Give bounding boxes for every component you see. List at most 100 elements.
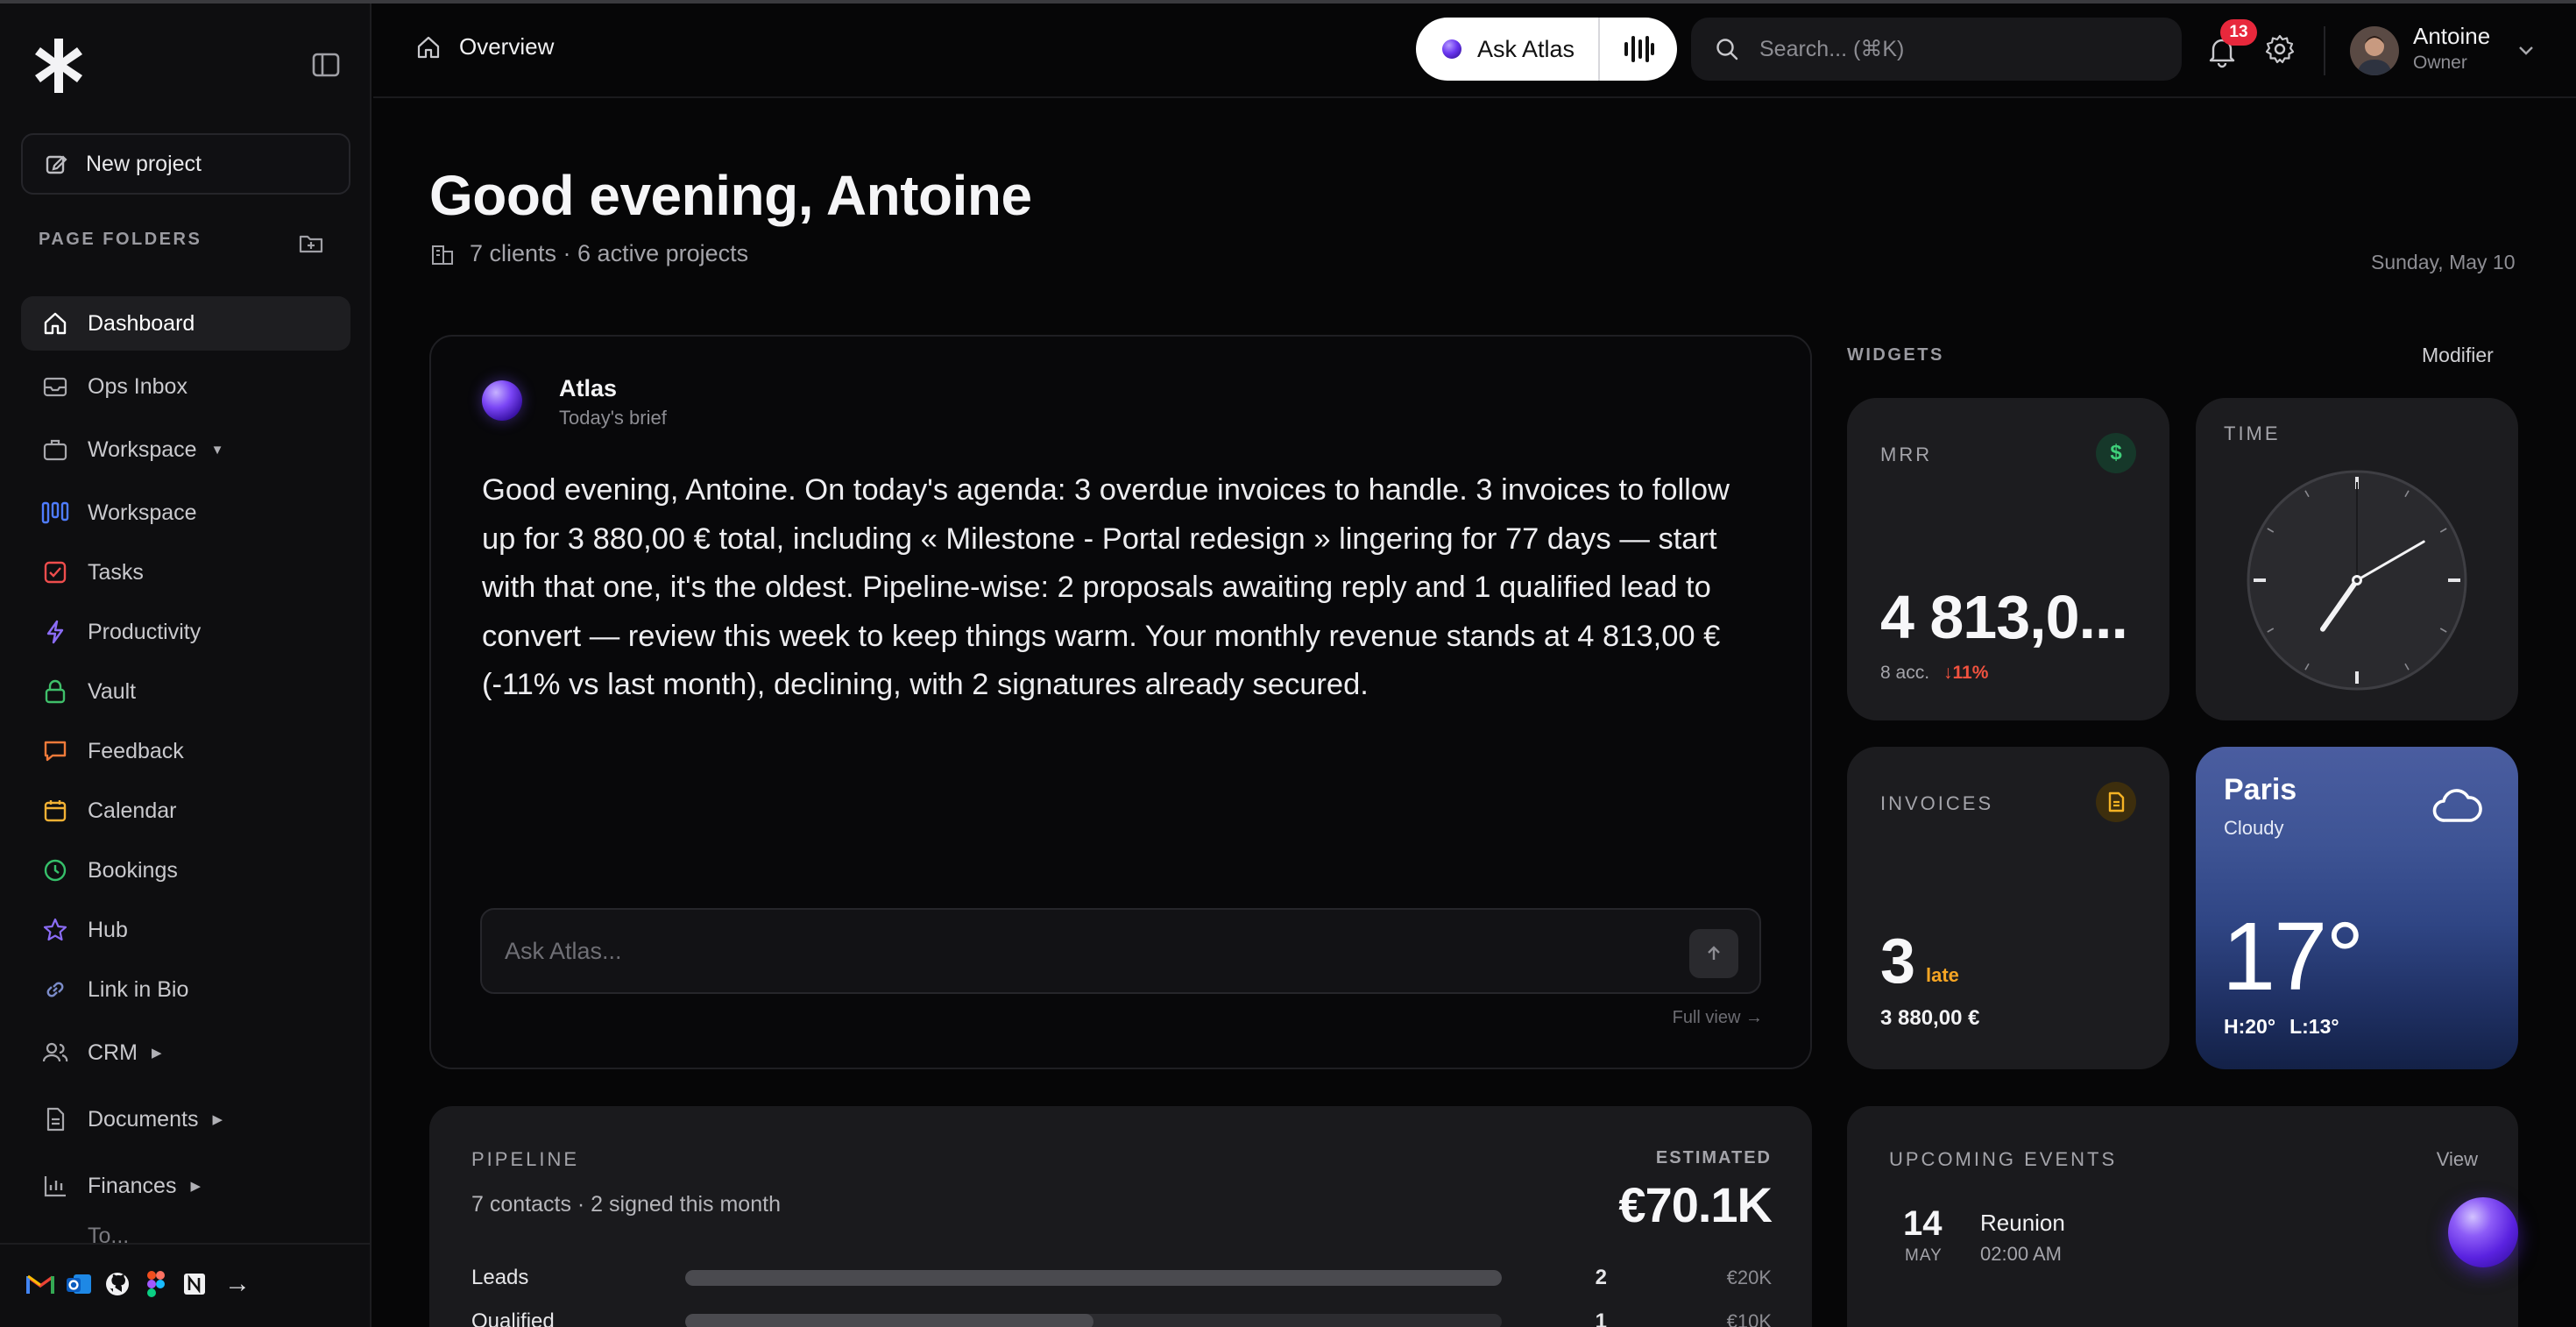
pipeline-row[interactable]: Leads 2 €20K (471, 1260, 1772, 1295)
mrr-details: 8 acc. ↓11% (1880, 663, 1988, 684)
home-icon (40, 309, 70, 338)
pipeline-bar (685, 1270, 1502, 1286)
sidebar-item-finances[interactable]: Finances ▶ (21, 1159, 350, 1213)
users-icon (40, 1038, 70, 1068)
ask-atlas-placeholder: Ask Atlas... (505, 937, 622, 964)
ask-atlas-button[interactable]: Ask Atlas (1416, 18, 1600, 81)
sidebar-item-workspace-group[interactable]: Workspace ▼ (21, 422, 350, 477)
event-day: 14 (1903, 1204, 1943, 1243)
document-icon (2096, 782, 2136, 822)
page-meta-text: 7 clients · 6 active projects (470, 240, 749, 266)
pipeline-bar-fill (685, 1314, 1093, 1327)
search-input[interactable]: Search... (⌘K) (1691, 18, 2182, 81)
arrow-right-icon[interactable]: → (224, 1269, 251, 1299)
sidebar-item-crm[interactable]: CRM ▶ (21, 1025, 350, 1080)
pipeline-stage-count: 2 (1595, 1266, 1607, 1289)
gmail-icon[interactable] (26, 1270, 54, 1298)
sidebar-item-dashboard[interactable]: Dashboard (21, 296, 350, 351)
new-project-button[interactable]: New project (21, 133, 350, 195)
connected-apps: → (26, 1269, 251, 1299)
events-view-link[interactable]: View (2437, 1148, 2478, 1171)
lock-icon (40, 677, 70, 706)
gear-icon[interactable] (2264, 33, 2296, 65)
breadcrumb-overview: Overview (459, 33, 555, 60)
github-icon[interactable] (103, 1270, 131, 1298)
star-icon (40, 915, 70, 945)
breadcrumb[interactable]: Overview (415, 33, 554, 60)
sidebar-item-bookings[interactable]: Bookings (21, 843, 350, 898)
mrr-label: MRR (1880, 444, 1933, 465)
sidebar-item-label: Ops Inbox (88, 373, 188, 399)
sidebar-item-label: Finances (88, 1173, 177, 1198)
sidebar-item-productivity[interactable]: Productivity (21, 605, 350, 659)
sidebar-item-label: Dashboard (88, 310, 195, 336)
top-bar: Overview Ask Atlas Search... (⌘K) 13 Ant… (373, 4, 2576, 98)
pipeline-card: PIPELINE 7 contacts · 2 signed this mont… (429, 1106, 1812, 1327)
chevron-right-icon: ▶ (151, 1046, 162, 1061)
sidebar-item-label: Tasks (88, 559, 144, 585)
invoices-status: late (1926, 964, 1959, 986)
edit-icon (46, 155, 67, 174)
sidebar-item-tasks[interactable]: Tasks (21, 545, 350, 600)
notion-icon[interactable] (180, 1270, 209, 1298)
user-name[interactable]: Antoine (2413, 23, 2490, 50)
sidebar-item-calendar[interactable]: Calendar (21, 784, 350, 838)
event-month: MAY (1905, 1246, 1943, 1265)
sidebar-item-documents[interactable]: Documents ▶ (21, 1092, 350, 1146)
atlas-floating-button[interactable] (2448, 1197, 2518, 1267)
sidebar-item-link-in-bio[interactable]: Link in Bio (21, 962, 350, 1017)
sidebar-item-label: Vault (88, 678, 137, 704)
ask-atlas-pill: Ask Atlas (1416, 18, 1677, 81)
sidebar-item-label: Workspace (88, 436, 197, 462)
calendar-icon (40, 796, 70, 826)
atlas-brief-card: Atlas Today's brief Good evening, Antoin… (429, 335, 1812, 1069)
notification-badge: 13 (2220, 19, 2257, 46)
sidebar-item-label: Documents (88, 1106, 199, 1132)
weather-widget[interactable]: Paris Cloudy 17° H:20° L:13° (2196, 747, 2518, 1069)
weather-low: L:13° (2289, 1015, 2339, 1038)
weather-temperature: 17° (2222, 903, 2364, 1011)
sidebar-item-hub[interactable]: Hub (21, 903, 350, 957)
full-view-link[interactable]: Full view → (1673, 1008, 1763, 1028)
chevron-down-icon: ▼ (210, 442, 224, 458)
ask-atlas-input[interactable]: Ask Atlas... (480, 908, 1761, 994)
send-button[interactable] (1689, 929, 1738, 978)
sidebar-item-feedback[interactable]: Feedback (21, 724, 350, 778)
time-widget[interactable]: TIME (2196, 398, 2518, 720)
inbox-icon (40, 372, 70, 401)
voice-waveform-icon (1624, 36, 1654, 62)
search-placeholder: Search... (⌘K) (1759, 37, 1905, 61)
mrr-widget[interactable]: MRR $ 4 813,0... 8 acc. ↓11% (1847, 398, 2169, 720)
analog-clock (2247, 470, 2467, 691)
atlas-avatar (482, 380, 522, 421)
sidebar-divider (0, 1243, 372, 1245)
event-name[interactable]: Reunion (1980, 1210, 2065, 1237)
figma-icon[interactable] (142, 1270, 170, 1298)
pipeline-subtitle: 7 contacts · 2 signed this month (471, 1192, 781, 1217)
invoices-widget[interactable]: INVOICES 3 late 3 880,00 € (1847, 747, 2169, 1069)
arrow-up-icon (1708, 946, 1720, 960)
current-date: Sunday, May 10 (2371, 251, 2516, 273)
edit-widgets-button[interactable]: Modifier (2422, 344, 2494, 367)
outlook-icon[interactable] (65, 1270, 93, 1298)
pipeline-bar-fill (685, 1270, 1502, 1286)
avatar[interactable] (2350, 26, 2399, 75)
chevron-right-icon: ▶ (190, 1179, 201, 1194)
sidebar-item-vault[interactable]: Vault (21, 664, 350, 719)
pipeline-row[interactable]: Qualified 1 €10K (471, 1304, 1772, 1327)
pipeline-stage-amount: €20K (1726, 1267, 1772, 1288)
sidebar: New project PAGE FOLDERS Dashboard Ops I… (0, 4, 372, 1327)
check-square-icon (40, 557, 70, 587)
sidebar-toggle-icon[interactable] (310, 49, 342, 81)
mrr-accounts: 8 acc. (1880, 663, 1930, 683)
voice-button[interactable] (1600, 34, 1677, 64)
add-folder-icon[interactable] (298, 230, 324, 256)
sidebar-item-ops-inbox[interactable]: Ops Inbox (21, 359, 350, 414)
page-meta: 7 clients · 6 active projects (429, 240, 748, 267)
weather-condition: Cloudy (2224, 817, 2284, 839)
events-title: UPCOMING EVENTS (1889, 1148, 2118, 1170)
app-logo-icon[interactable] (28, 35, 89, 96)
sidebar-item-workspace[interactable]: Workspace (21, 486, 350, 540)
chevron-down-icon[interactable] (2515, 39, 2537, 61)
dollar-icon: $ (2096, 433, 2136, 473)
